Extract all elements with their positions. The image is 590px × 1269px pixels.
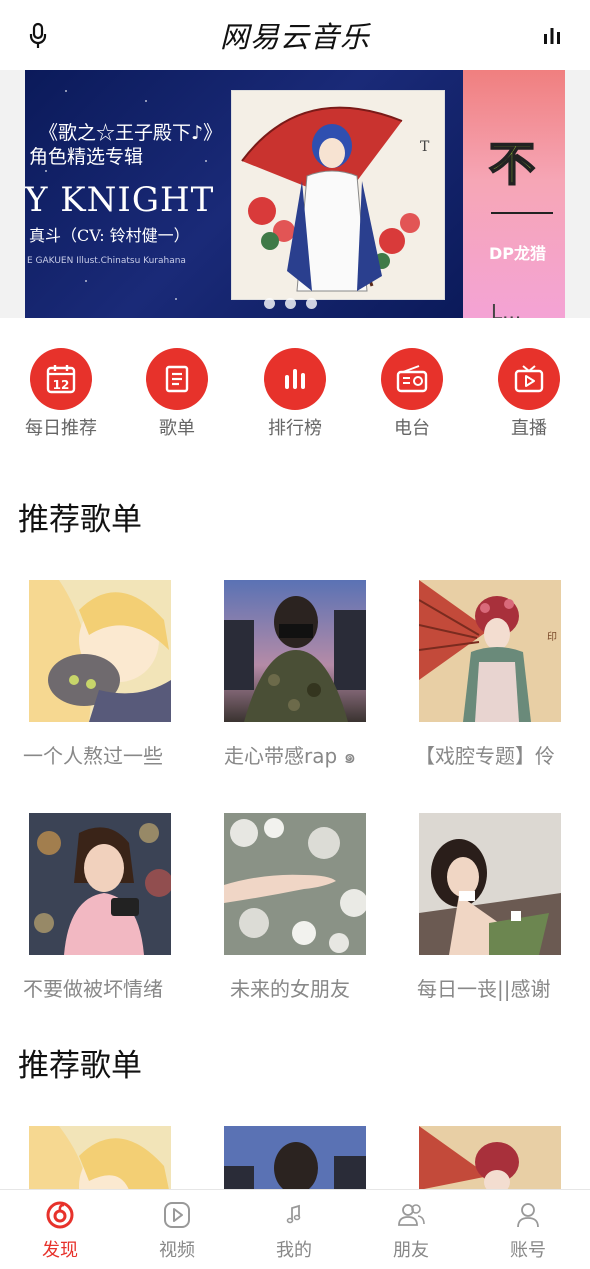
- banner-carousel[interactable]: 《歌之☆王子殿下♪》 角色精选专辑 Y KNIGHT 真斗（CV: 铃村健一） …: [0, 70, 590, 318]
- banner-side-text3: L...: [491, 300, 522, 318]
- banner-text-line5: E GAKUEN Illust.Chinatsu Kurahana: [27, 256, 186, 266]
- calendar-icon: 12: [30, 348, 92, 410]
- banner-text-line1: 《歌之☆王子殿下♪》: [39, 122, 223, 144]
- tab-label: 视频: [159, 1240, 195, 1261]
- section-title: 推荐歌单: [18, 502, 142, 538]
- playlist-card[interactable]: [29, 1126, 171, 1190]
- quick-nav-label: 排行榜: [268, 418, 322, 439]
- playlist-cover[interactable]: [419, 813, 561, 955]
- banner-slide-next[interactable]: 不 DP龙猎 L...: [463, 70, 565, 318]
- playlist-card[interactable]: [419, 1126, 561, 1190]
- playlist-cover[interactable]: [419, 1126, 561, 1190]
- banner-text-line3: Y KNIGHT: [25, 180, 215, 220]
- user-icon: [488, 1200, 568, 1234]
- quick-nav-daily[interactable]: 12 每日推荐: [16, 348, 106, 440]
- quick-nav-label: 电台: [394, 418, 430, 439]
- tab-discover[interactable]: 发现: [20, 1200, 100, 1262]
- calendar-day: 12: [53, 378, 70, 392]
- playlist-name[interactable]: 不要做被坏情绪: [23, 973, 173, 1002]
- equalizer-icon[interactable]: [538, 22, 566, 50]
- playlist-name[interactable]: 走心带感rap ๑: [224, 740, 374, 772]
- quick-nav-radio[interactable]: 电台: [367, 348, 457, 440]
- banner-side-text2: DP龙猎: [489, 244, 547, 263]
- tab-friends[interactable]: 朋友: [371, 1200, 451, 1262]
- playlist-card[interactable]: 印 【戏腔专题】伶: [415, 580, 561, 769]
- playlist-card[interactable]: [224, 1126, 366, 1190]
- tab-account[interactable]: 账号: [488, 1200, 568, 1262]
- banner-slide-main[interactable]: 《歌之☆王子殿下♪》 角色精选专辑 Y KNIGHT 真斗（CV: 铃村健一） …: [25, 70, 463, 318]
- banner-side-text1: 不: [488, 136, 536, 192]
- quick-nav-live[interactable]: 直播: [484, 348, 574, 440]
- playlist-name[interactable]: 一个人熬过一些: [23, 740, 173, 769]
- banner-text-line2: 角色精选专辑: [29, 146, 144, 168]
- tab-mine[interactable]: 我的: [254, 1200, 334, 1262]
- playlist-cover[interactable]: [29, 813, 171, 955]
- quick-nav-playlist[interactable]: 歌单: [132, 348, 222, 440]
- playlist-icon: [146, 348, 208, 410]
- playlist-card[interactable]: 每日一丧||感谢: [417, 813, 561, 1002]
- playlist-cover[interactable]: [224, 813, 366, 955]
- svg-text:T: T: [420, 139, 430, 155]
- tab-label: 发现: [42, 1240, 78, 1261]
- carousel-indicator: [264, 298, 317, 309]
- friends-icon: [371, 1200, 451, 1234]
- tv-play-icon: [498, 348, 560, 410]
- playlist-name[interactable]: 未来的女朋友: [230, 973, 380, 1002]
- section-title: 推荐歌单: [18, 1048, 142, 1084]
- chart-bars-icon: [264, 348, 326, 410]
- banner-album-art: T: [231, 90, 445, 300]
- music-note-icon: [254, 1200, 334, 1234]
- playlist-cover[interactable]: [224, 580, 366, 722]
- banner-text-line4: 真斗（CV: 铃村健一）: [29, 226, 190, 245]
- quick-nav-label: 每日推荐: [25, 418, 97, 439]
- playlist-card[interactable]: 不要做被坏情绪: [23, 813, 171, 1002]
- quick-nav: 12 每日推荐 歌单 排行榜 电台 直播: [0, 348, 590, 448]
- quick-nav-label: 歌单: [159, 418, 195, 439]
- playlist-cover[interactable]: [224, 1126, 366, 1190]
- tab-label: 我的: [276, 1240, 312, 1261]
- playlist-card[interactable]: 未来的女朋友: [224, 813, 366, 1002]
- bottom-tab-bar: 发现 视频 我的 朋友 账号: [0, 1189, 590, 1269]
- netease-logo-icon: [20, 1200, 100, 1234]
- playlist-name[interactable]: 每日一丧||感谢: [417, 973, 567, 1002]
- carousel-dot[interactable]: [306, 298, 317, 309]
- playlist-name[interactable]: 【戏腔专题】伶: [415, 740, 565, 769]
- tab-label: 朋友: [393, 1240, 429, 1261]
- playlist-card[interactable]: 一个人熬过一些: [23, 580, 171, 769]
- app-title: 网易云音乐: [219, 20, 370, 54]
- tab-label: 账号: [510, 1240, 546, 1261]
- carousel-dot[interactable]: [285, 298, 296, 309]
- top-header: 网易云音乐: [0, 0, 590, 70]
- tab-video[interactable]: 视频: [137, 1200, 217, 1262]
- quick-nav-label: 直播: [511, 418, 547, 439]
- carousel-dot[interactable]: [264, 298, 275, 309]
- radio-icon: [381, 348, 443, 410]
- playlist-cover[interactable]: [29, 1126, 171, 1190]
- video-play-icon: [137, 1200, 217, 1234]
- quick-nav-charts[interactable]: 排行榜: [250, 348, 340, 440]
- playlist-cover[interactable]: [29, 580, 171, 722]
- playlist-cover[interactable]: 印: [419, 580, 561, 722]
- playlist-card[interactable]: 走心带感rap ๑: [224, 580, 366, 772]
- svg-text:印: 印: [547, 631, 557, 643]
